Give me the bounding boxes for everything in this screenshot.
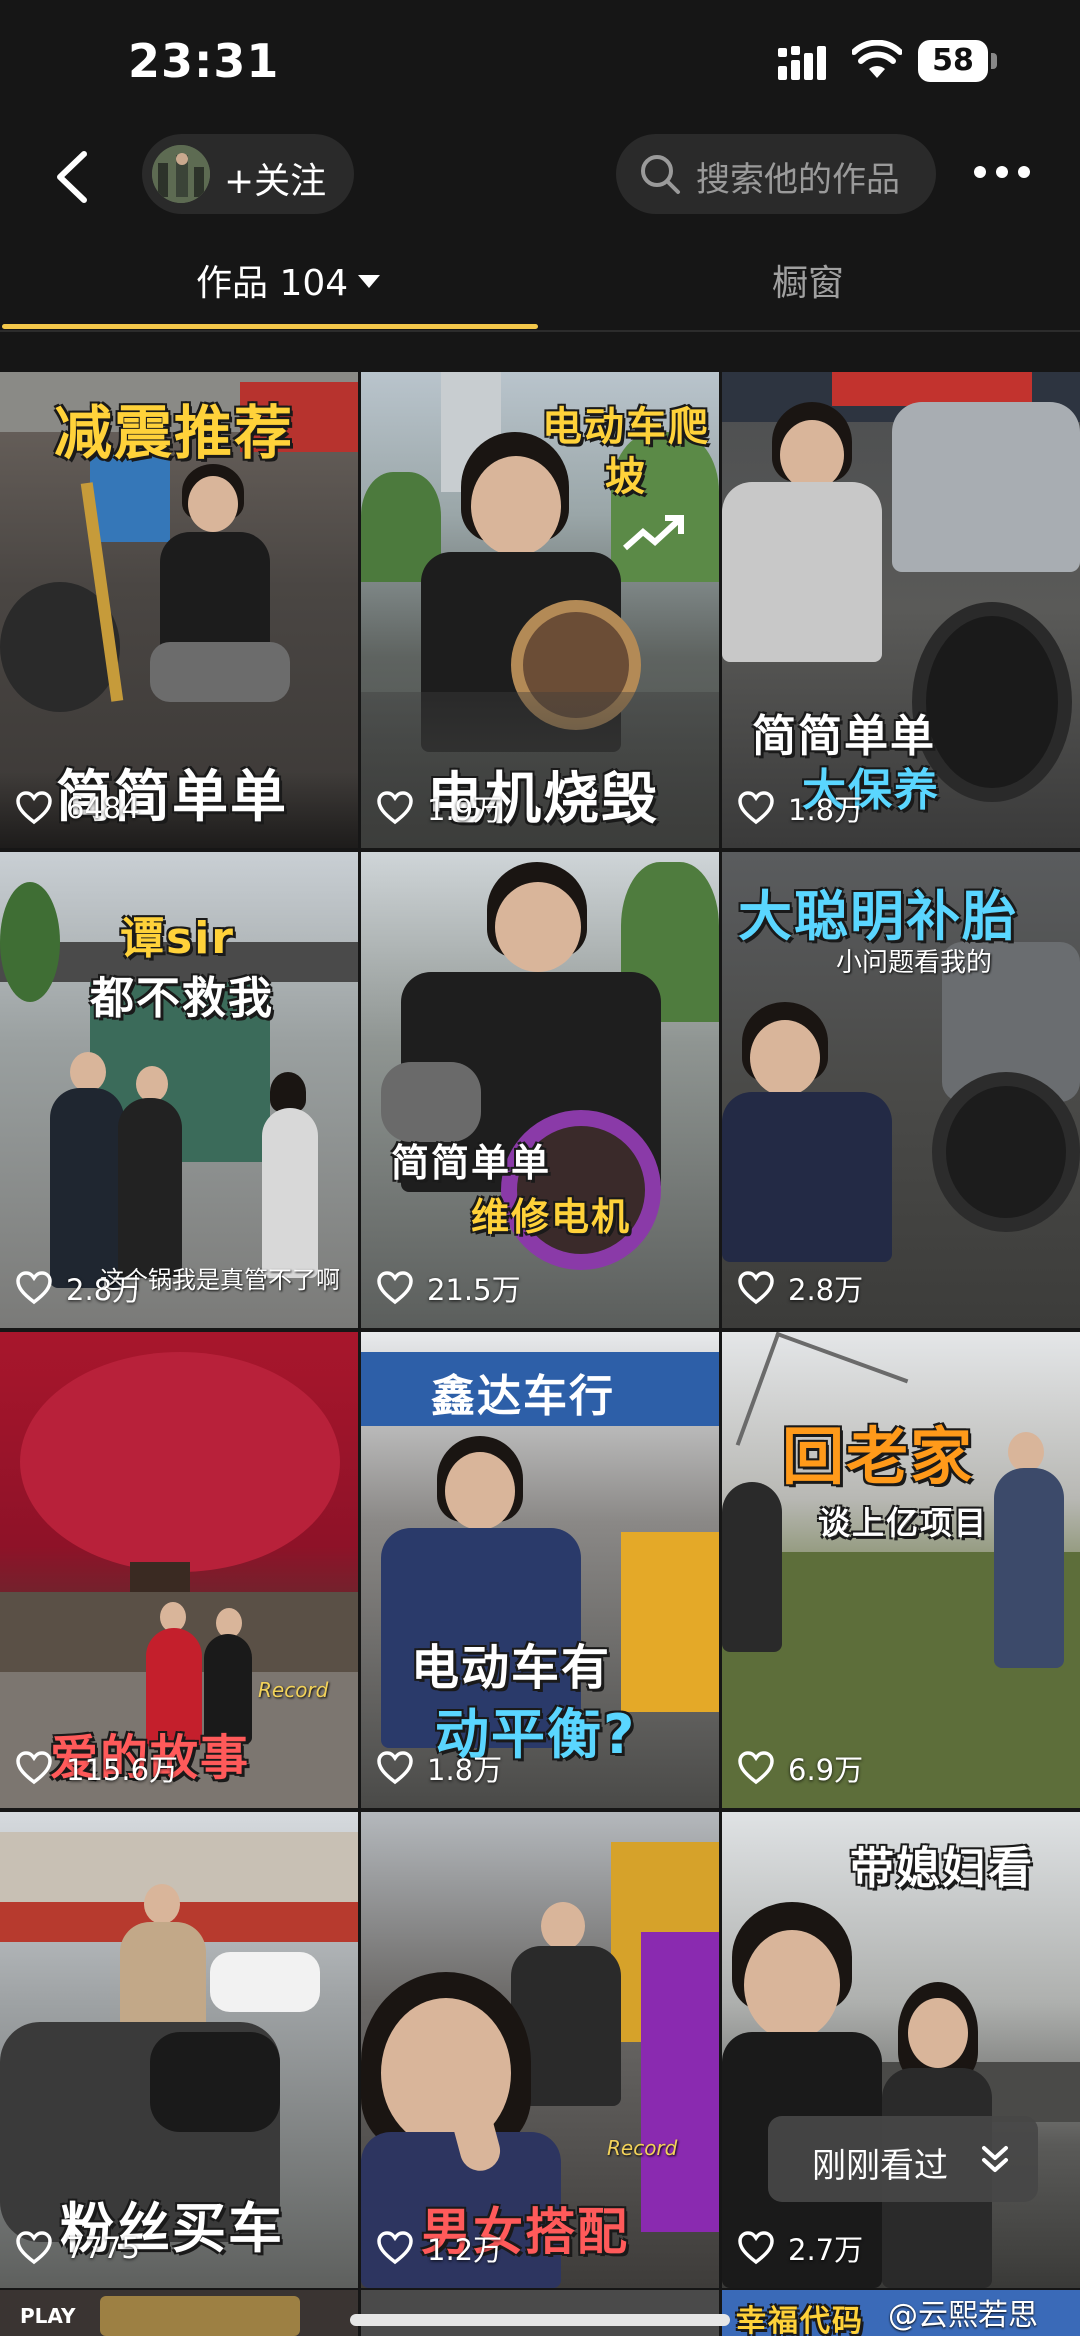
double-chevron-down-icon — [982, 2146, 1008, 2172]
like-count: 6.9万 — [788, 1753, 864, 1787]
battery-tip — [991, 53, 997, 69]
heart-icon — [16, 2231, 52, 2265]
tile-caption: 大聪明补胎 — [738, 885, 1018, 948]
watermark: @云熙若思 — [888, 2298, 1038, 2333]
like-count: 1.8万 — [788, 793, 864, 827]
tile-badge: Record — [258, 1678, 329, 1702]
active-tab-indicator — [2, 324, 538, 329]
heart-icon — [738, 1271, 774, 1305]
video-tile[interactable]: 带媳妇看 2.7万 — [722, 1812, 1080, 2288]
video-tile[interactable]: 谭sir 都不救我 这个锅我是真管不了啊 2.8万 — [0, 852, 358, 1328]
like-count: 1.9万 — [427, 793, 503, 827]
like-count: 2.8万 — [66, 1273, 142, 1307]
play-badge: PLAY — [20, 2304, 76, 2328]
heart-icon — [377, 1751, 413, 1785]
tab-works-label: 作品 104 — [196, 263, 349, 304]
tile-subtitle: 小问题看我的 — [836, 948, 993, 978]
video-tile[interactable]: 鑫达车行 电动车有 动平衡? 1.8万 — [361, 1332, 719, 1808]
like-count: 2.8万 — [788, 1273, 864, 1307]
video-tile[interactable]: 爱的故事 Record 115.6万 — [0, 1332, 358, 1808]
tab-works[interactable]: 作品 104 — [196, 254, 381, 306]
profile-tabs: 作品 104 橱窗 — [0, 240, 1080, 340]
tile-caption: 电动车爬坡 — [542, 404, 710, 500]
video-tile[interactable]: 大聪明补胎 小问题看我的 2.8万 — [722, 852, 1080, 1328]
video-tile[interactable]: 粉丝买车 7775 — [0, 1812, 358, 2288]
shop-sign: 鑫达车行 — [431, 1371, 615, 1422]
like-count-row: 1.8万 — [377, 1748, 502, 1788]
tile-caption: 简简单单 — [391, 1141, 552, 1185]
heart-icon — [738, 2231, 774, 2265]
video-tile[interactable]: 男女搭配 Record 1.2万 — [361, 1812, 719, 2288]
like-count: 115.6万 — [66, 1753, 179, 1787]
like-count-row: 115.6万 — [16, 1748, 178, 1788]
heart-icon — [16, 1751, 52, 1785]
tile-badge: Record — [607, 2136, 678, 2160]
tile-caption: 回老家 — [782, 1420, 975, 1493]
more-options-icon[interactable] — [974, 160, 1030, 184]
like-count: 2.7万 — [788, 2233, 864, 2267]
search-icon — [641, 155, 680, 194]
like-count-row: 2.8万 — [16, 1268, 141, 1308]
like-count-row: 6484 — [16, 788, 140, 828]
video-tile[interactable]: 电动车爬坡 电机烧毁 1.9万 — [361, 372, 719, 848]
top-nav: +关注 搜索他的作品 — [0, 130, 1080, 240]
caret-down-icon — [358, 274, 381, 288]
like-count-row: 2.8万 — [738, 1268, 863, 1308]
video-tile-peek[interactable]: PLAY — [0, 2290, 358, 2336]
recently-viewed-label: 刚刚看过 — [812, 2146, 948, 2186]
video-tile[interactable]: 回老家 谈上亿项目 6.9万 — [722, 1332, 1080, 1808]
tile-caption: 带媳妇看 — [850, 1843, 1034, 1894]
battery-indicator: 58 — [918, 40, 988, 82]
home-indicator — [350, 2314, 730, 2326]
avatar — [152, 145, 210, 203]
follow-button[interactable]: +关注 — [142, 134, 354, 214]
heart-icon — [16, 791, 52, 825]
like-count: 1.2万 — [427, 2233, 503, 2267]
heart-icon — [377, 791, 413, 825]
heart-icon — [738, 791, 774, 825]
tile-caption: 电动车有 — [411, 1640, 612, 1696]
tile-caption-2: 都不救我 — [90, 973, 274, 1024]
tile-caption-2: 维修电机 — [471, 1195, 632, 1239]
tile-caption: 谭sir — [120, 913, 235, 964]
video-tile[interactable]: 简简单单 维修电机 21.5万 — [361, 852, 719, 1328]
status-time: 23:31 — [128, 34, 280, 88]
like-count-row: 1.9万 — [377, 788, 502, 828]
like-count: 1.8万 — [427, 1753, 503, 1787]
heart-icon — [738, 1751, 774, 1785]
video-tile[interactable]: 减震推荐 简简单单 6484 — [0, 372, 358, 848]
like-count-row: 1.8万 — [738, 788, 863, 828]
follow-label: +关注 — [224, 161, 327, 202]
cellular-signal-icon — [778, 46, 826, 80]
like-count: 21.5万 — [427, 1273, 521, 1307]
back-arrow-icon[interactable] — [44, 144, 104, 210]
tile-caption: 幸福代码 — [736, 2304, 864, 2336]
tile-caption: 减震推荐 — [54, 399, 295, 467]
tab-divider — [0, 330, 1080, 332]
like-count-row: 6.9万 — [738, 1748, 863, 1788]
video-tile-peek[interactable] — [361, 2290, 719, 2336]
trend-up-icon — [623, 515, 684, 551]
heart-icon — [377, 2231, 413, 2265]
heart-icon — [377, 1271, 413, 1305]
heart-icon — [16, 1271, 52, 1305]
recently-viewed-button[interactable]: 刚刚看过 — [768, 2116, 1038, 2202]
like-count-row: 7775 — [16, 2228, 140, 2268]
like-count: 6484 — [66, 791, 140, 825]
tile-caption-2: 谈上亿项目 — [818, 1504, 989, 1542]
wifi-icon — [852, 40, 902, 78]
like-count-row: 1.2万 — [377, 2228, 502, 2268]
like-count-row: 21.5万 — [377, 1268, 521, 1308]
like-count: 7775 — [66, 2231, 140, 2265]
search-placeholder: 搜索他的作品 — [696, 160, 900, 200]
tab-shop[interactable]: 橱窗 — [772, 254, 844, 306]
status-bar: 23:31 58 — [0, 0, 1080, 130]
video-tile[interactable]: 简简单单 大保养 1.8万 — [722, 372, 1080, 848]
like-count-row: 2.7万 — [738, 2228, 863, 2268]
search-input[interactable]: 搜索他的作品 — [616, 134, 936, 214]
